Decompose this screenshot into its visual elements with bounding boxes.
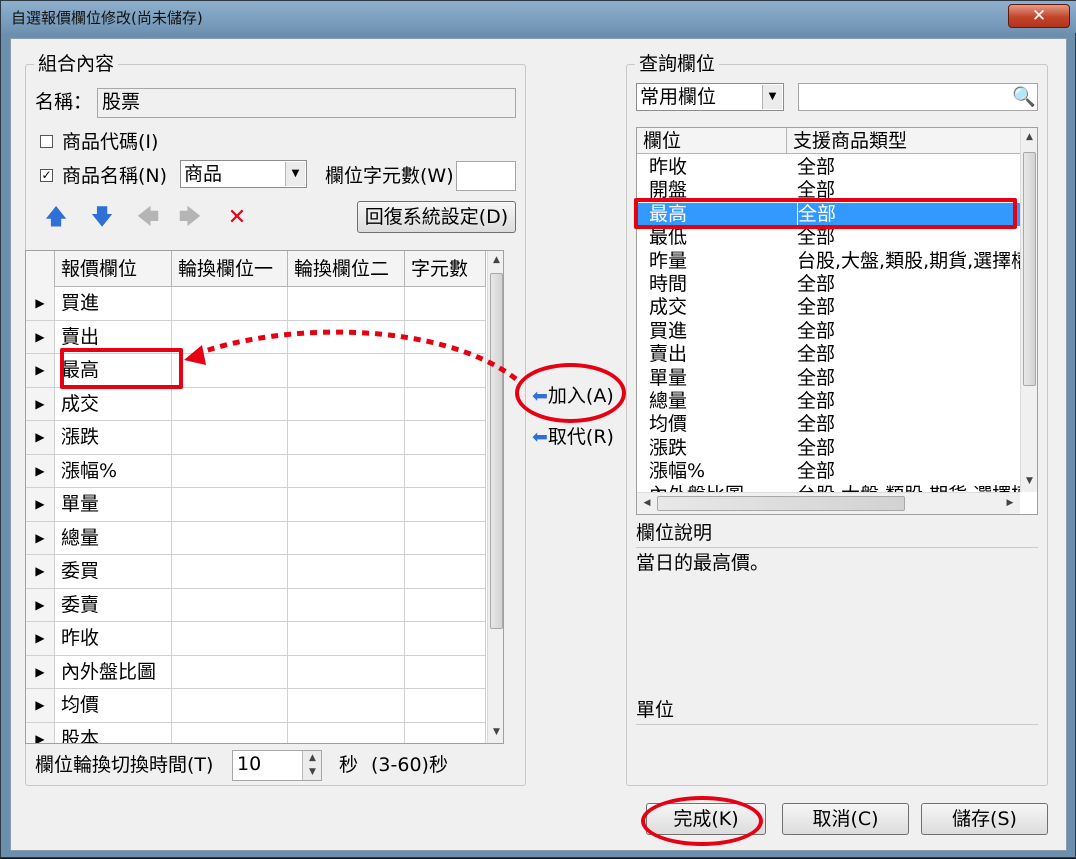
drag-annotation-arrow <box>184 329 518 381</box>
dialog-window: 自選報價欄位修改(尚未儲存) ✕ 組合內容 名稱： 股票 商品代碼(I) ✓ 商… <box>0 0 1076 858</box>
